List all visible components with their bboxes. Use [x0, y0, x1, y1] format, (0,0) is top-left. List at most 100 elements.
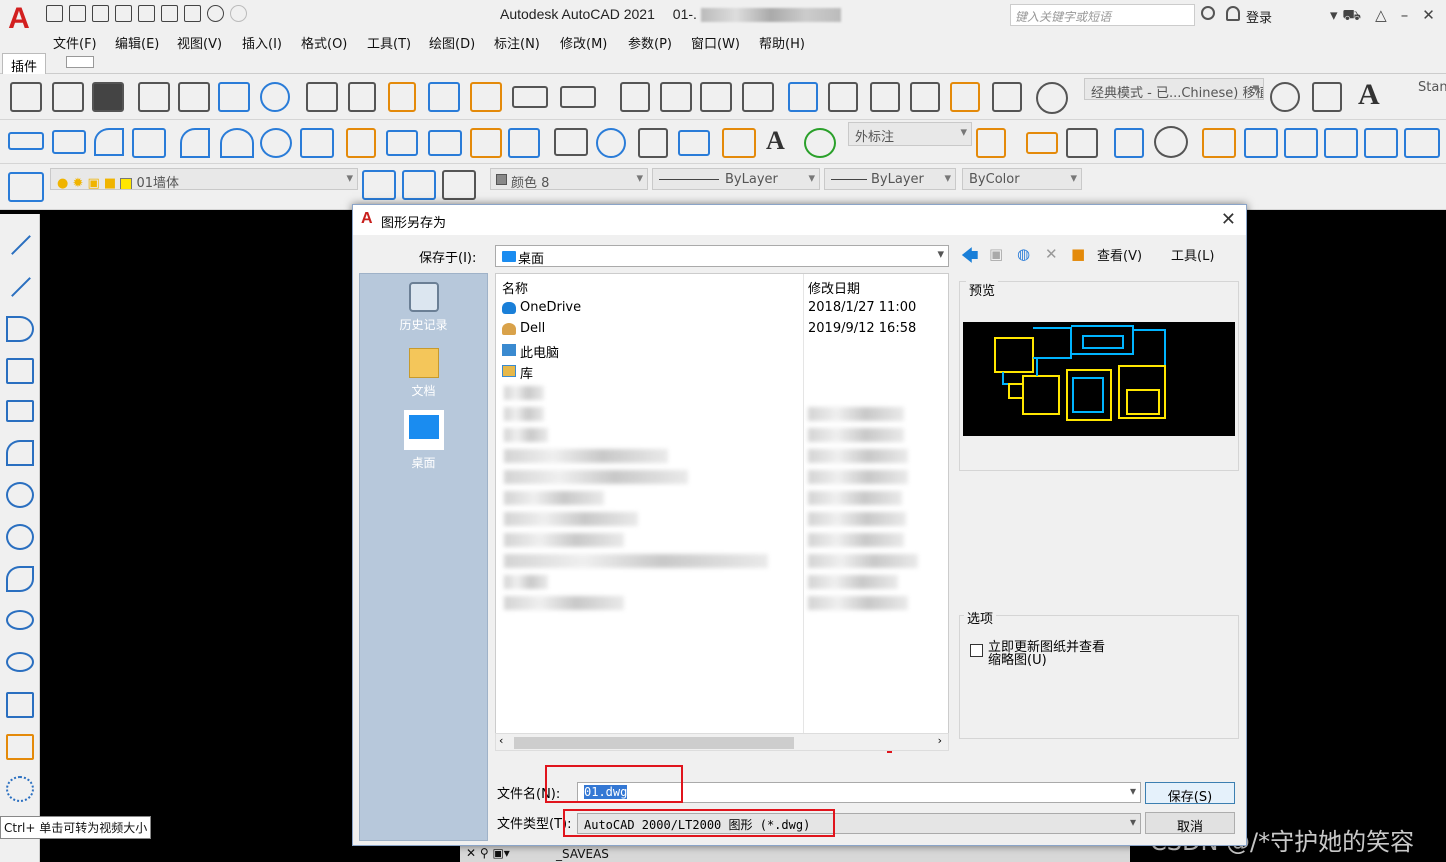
plot-icon[interactable] [138, 82, 170, 112]
diameter-dim-icon[interactable] [260, 128, 292, 158]
baseline-dim-icon[interactable] [386, 130, 418, 156]
tool-palettes-icon[interactable] [870, 82, 900, 112]
open-drawing-icon[interactable] [52, 82, 84, 112]
menu-tools[interactable]: 工具(T) [367, 33, 411, 52]
user-icon[interactable] [1226, 6, 1240, 21]
layer-tool-6-icon[interactable] [1404, 128, 1440, 158]
print-icon[interactable] [184, 5, 201, 22]
layer-previous-icon[interactable] [402, 170, 436, 200]
blurred-file-row[interactable] [504, 512, 638, 526]
save-in-combo[interactable]: 桌面 [495, 245, 949, 267]
insert-block-icon[interactable] [6, 692, 34, 718]
spline-icon[interactable] [6, 566, 34, 592]
layer-tool-4-icon[interactable] [1324, 128, 1358, 158]
block-editor-icon[interactable] [470, 82, 502, 112]
dim-update-icon[interactable] [804, 128, 836, 158]
file-row[interactable]: 库 [502, 361, 942, 382]
tab-dropdown[interactable] [66, 56, 94, 68]
blurred-file-row[interactable] [504, 533, 624, 547]
scroll-right-icon[interactable]: › [938, 734, 942, 747]
menu-dimension[interactable]: 标注(N) [494, 33, 540, 52]
publish-drawing-icon[interactable] [218, 82, 250, 112]
workspace-combo[interactable]: 经典模式 - 已...Chinese) 移植 [1084, 78, 1264, 100]
arc-length-icon[interactable] [94, 128, 124, 156]
dim-space-icon[interactable] [470, 128, 502, 158]
help-question-icon[interactable] [1036, 82, 1068, 114]
angular-dim-icon[interactable] [300, 128, 334, 158]
cancel-button[interactable]: 取消 [1145, 812, 1235, 835]
3d-dwf-icon[interactable] [260, 82, 290, 112]
column-name-header[interactable]: 名称 [502, 278, 528, 297]
blurred-file-row[interactable] [504, 491, 604, 505]
menu-format[interactable]: 格式(O) [301, 33, 347, 52]
menu-modify[interactable]: 修改(M) [560, 33, 607, 52]
blurred-file-row[interactable] [504, 407, 544, 421]
text-style-icon[interactable]: A [1358, 78, 1380, 112]
help-icon[interactable]: △ [1375, 6, 1387, 26]
match-properties-icon[interactable] [428, 82, 460, 112]
save-drawing-icon[interactable] [92, 82, 124, 112]
layer-combo[interactable]: ● ✹ ▣ ■ 01墙体 [50, 168, 358, 190]
properties-icon[interactable] [788, 82, 818, 112]
ellipse-icon[interactable] [6, 610, 34, 630]
keyword-search-input[interactable]: 键入关键字或短语 [1010, 4, 1195, 26]
circle-icon[interactable] [6, 482, 34, 508]
undo-toolbar-icon[interactable] [512, 86, 548, 108]
markup-icon[interactable] [950, 82, 980, 112]
command-line[interactable]: ✕ ⚲ ▣▾ _SAVEAS [460, 846, 1130, 862]
menu-parametric[interactable]: 参数(P) [628, 33, 672, 52]
file-row[interactable]: Dell 2019/9/12 16:58 [502, 319, 942, 339]
layer-tool-2-icon[interactable] [1244, 128, 1278, 158]
file-row[interactable]: OneDrive 2018/1/27 11:00 [502, 298, 942, 318]
delete-icon[interactable]: ✕ [1045, 245, 1058, 267]
blurred-file-row[interactable] [504, 470, 688, 484]
layer-tool-5-icon[interactable] [1364, 128, 1398, 158]
import-icon[interactable] [161, 5, 178, 22]
menu-edit[interactable]: 编辑(E) [115, 33, 159, 52]
plot-preview-icon[interactable] [178, 82, 210, 112]
ellipse-arc-icon[interactable] [6, 652, 34, 672]
zoom-previous-icon[interactable] [742, 82, 774, 112]
tools-menu[interactable]: 工具(L) [1171, 245, 1214, 267]
view-menu[interactable]: 查看(V) [1097, 245, 1142, 267]
workspace-settings-icon[interactable] [1312, 82, 1342, 112]
plotstyle-combo[interactable]: ByColor [962, 168, 1082, 190]
file-row[interactable]: 此电脑 [502, 340, 942, 361]
blurred-file-row[interactable] [504, 449, 668, 463]
linetype-combo[interactable]: ByLayer [652, 168, 820, 190]
settings-gear-icon[interactable] [1270, 82, 1300, 112]
text-style-combo[interactable]: Stand [1418, 80, 1446, 95]
login-link[interactable]: 登录 [1246, 7, 1272, 26]
new-icon[interactable] [46, 5, 63, 22]
minimize-icon[interactable]: – [1401, 6, 1409, 26]
search-icon[interactable] [1201, 6, 1215, 20]
up-folder-icon[interactable]: ▣ [989, 245, 1003, 267]
paste-icon[interactable] [388, 82, 416, 112]
blurred-file-row[interactable] [504, 575, 548, 589]
column-date-header[interactable]: 修改日期 [808, 278, 860, 297]
quick-dim-icon[interactable] [346, 128, 376, 158]
radius-dim-icon[interactable] [180, 128, 210, 158]
menu-file[interactable]: 文件(F) [53, 33, 97, 52]
new-folder-icon[interactable]: ■ [1071, 245, 1085, 267]
menu-view[interactable]: 视图(V) [177, 33, 222, 52]
redo-icon[interactable] [230, 5, 247, 22]
menu-insert[interactable]: 插入(I) [242, 33, 282, 52]
copy-icon[interactable] [348, 82, 376, 112]
cart-icon[interactable]: ▾ ⛟ [1330, 6, 1361, 26]
zoom-realtime-icon[interactable] [660, 82, 692, 112]
save-icon[interactable] [92, 5, 109, 22]
jogged-linear-icon[interactable] [678, 130, 710, 156]
rectangle-icon[interactable] [6, 400, 34, 422]
close-window-icon[interactable]: ✕ [1422, 6, 1435, 26]
construction-line-icon[interactable] [11, 277, 31, 297]
dim-style-combo[interactable]: 外标注 [848, 122, 972, 146]
blurred-file-row[interactable] [504, 428, 548, 442]
pan-icon[interactable] [620, 82, 650, 112]
layer-tool-3-icon[interactable] [1284, 128, 1318, 158]
place-history[interactable]: 历史记录 [360, 282, 487, 333]
blurred-file-row[interactable] [504, 386, 544, 400]
aligned-dim-icon[interactable] [52, 130, 86, 154]
point-icon[interactable] [6, 776, 34, 802]
block-icon[interactable] [1066, 128, 1098, 158]
